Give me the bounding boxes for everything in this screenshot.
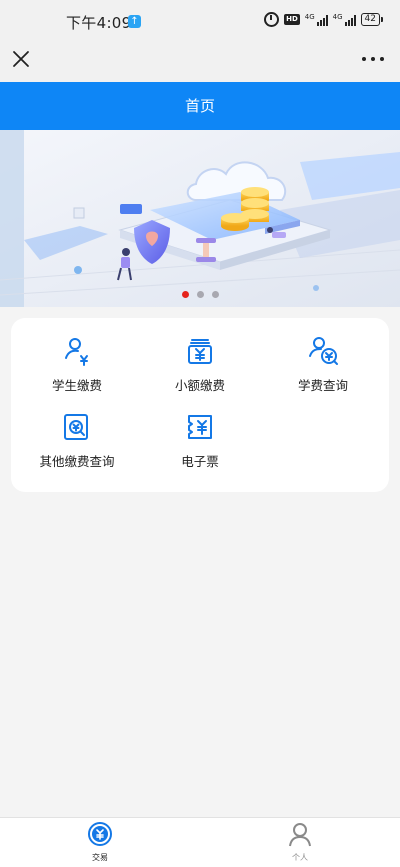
carousel-indicator <box>0 291 400 298</box>
banner-illustration <box>0 130 400 307</box>
close-icon[interactable] <box>10 48 32 70</box>
network-type-label-1: 4G <box>304 12 315 21</box>
service-label: 学生缴费 <box>51 378 102 393</box>
tab-trade[interactable]: 交易 <box>70 821 130 863</box>
service-label: 其他缴费查询 <box>39 454 115 469</box>
person-icon <box>289 823 311 847</box>
service-other-payment-query[interactable]: 其他缴费查询 <box>14 410 140 474</box>
tab-label: 交易 <box>92 853 108 862</box>
service-small-payment[interactable]: 小额缴费 <box>137 334 263 398</box>
more-button[interactable] <box>362 54 384 64</box>
bottom-tab-bar: 交易 个人 <box>0 817 400 867</box>
tab-label: 个人 <box>292 853 308 862</box>
service-label: 电子票 <box>181 454 219 469</box>
more-dot <box>371 57 375 61</box>
small-payment-icon <box>188 339 212 364</box>
signal-icon-2: 4G <box>332 12 356 26</box>
status-bar: 下午4:09 ↑ HD 4G 4G 42 <box>0 0 400 44</box>
other-payment-query-icon <box>64 414 88 440</box>
service-label: 学费查询 <box>297 378 348 393</box>
page-header: 首页 <box>0 82 400 130</box>
banner-carousel[interactable] <box>0 130 400 307</box>
carousel-dot[interactable] <box>211 291 219 298</box>
more-dot <box>362 57 366 61</box>
hd-icon: HD <box>284 14 300 25</box>
network-type-label-2: 4G <box>332 12 343 21</box>
service-e-ticket[interactable]: 电子票 <box>137 410 263 474</box>
service-tuition-query[interactable]: 学费查询 <box>260 334 386 398</box>
nav-bar <box>0 44 400 82</box>
status-indicators: HD 4G 4G 42 <box>264 12 384 27</box>
app-notification-icon: ↑ <box>128 15 141 28</box>
service-student-payment[interactable]: 学生缴费 <box>14 334 140 398</box>
trade-icon <box>88 822 112 846</box>
carousel-dot[interactable] <box>196 291 204 298</box>
battery-icon: 42 <box>360 13 384 26</box>
tuition-query-icon <box>309 337 338 365</box>
status-time: 下午4:09 <box>66 14 132 32</box>
signal-icon-1: 4G <box>304 12 328 26</box>
student-pay-icon <box>65 338 88 366</box>
e-ticket-icon <box>188 415 212 439</box>
tab-personal[interactable]: 个人 <box>270 821 330 863</box>
more-dot <box>380 57 384 61</box>
services-card: 学生缴费 小额缴费 学费查询 其他缴费查询 电子票 <box>11 318 389 492</box>
page-title: 首页 <box>184 97 215 115</box>
alarm-icon <box>264 12 280 27</box>
service-label: 小额缴费 <box>174 378 225 393</box>
carousel-dot[interactable] <box>181 291 189 298</box>
